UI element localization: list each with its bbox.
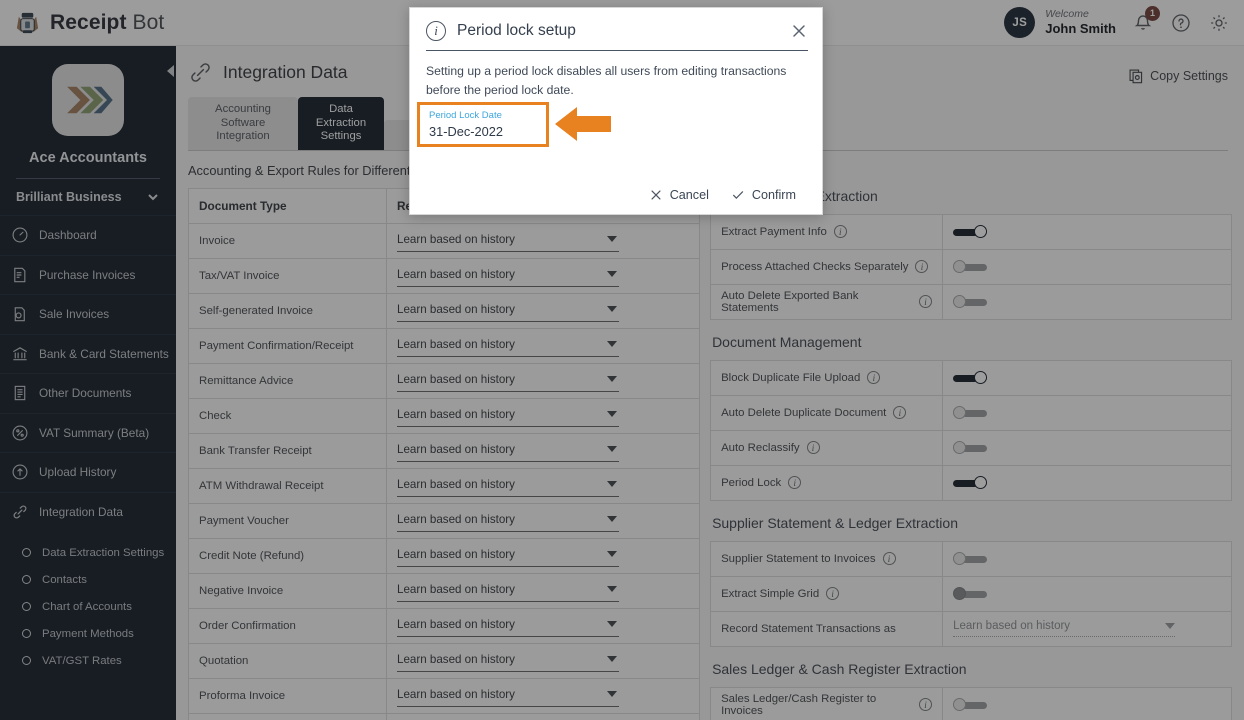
info-circle-icon: i	[426, 21, 446, 41]
modal-title: Period lock setup	[457, 22, 576, 39]
left-arrow-annotation	[553, 103, 613, 145]
modal-footer: Cancel Confirm	[410, 188, 822, 202]
modal-header: i Period lock setup	[410, 8, 822, 41]
cancel-button[interactable]: Cancel	[649, 188, 709, 202]
modal-description: Setting up a period lock disables all us…	[426, 64, 787, 98]
confirm-button[interactable]: Confirm	[731, 188, 796, 202]
check-icon	[731, 188, 745, 202]
period-lock-date-field[interactable]: Period Lock Date 31-Dec-2022	[417, 102, 549, 147]
cancel-label: Cancel	[669, 188, 709, 202]
confirm-label: Confirm	[751, 188, 796, 202]
close-icon[interactable]	[790, 22, 808, 40]
period-lock-setup-dialog: i Period lock setup Setting up a period …	[409, 7, 823, 215]
period-lock-date-label: Period Lock Date	[429, 110, 502, 121]
modal-body: Setting up a period lock disables all us…	[410, 51, 822, 101]
period-lock-date-value: 31-Dec-2022	[429, 124, 503, 139]
x-icon	[649, 188, 663, 202]
